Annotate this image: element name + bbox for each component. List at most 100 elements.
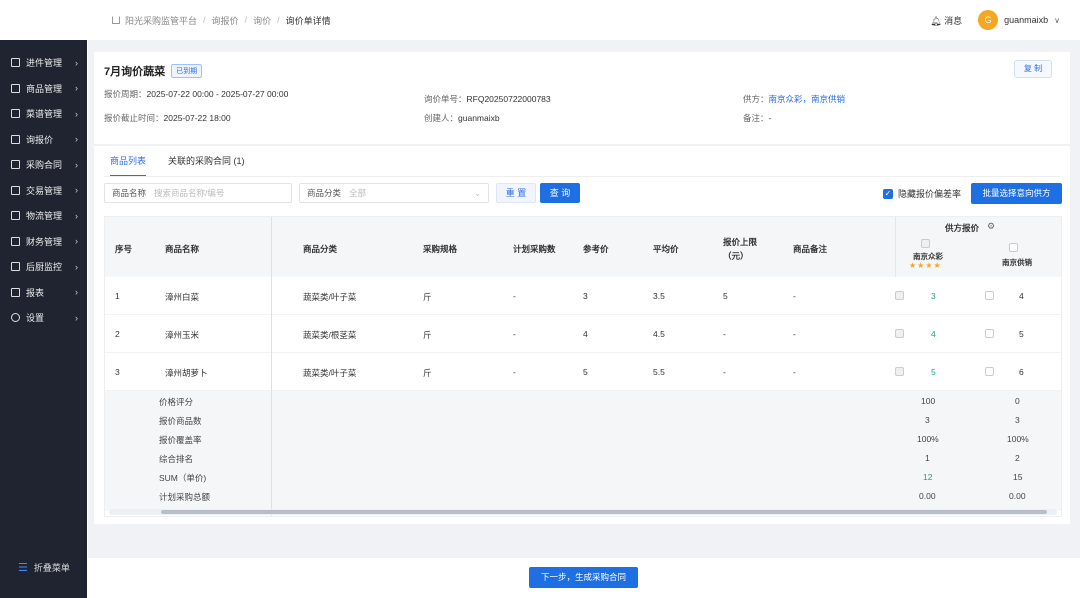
next-generate-contract-button[interactable]: 下一步，生成采购合同	[529, 567, 638, 588]
hide-deviation-checkbox[interactable]: ✓ 隐藏报价偏差率	[883, 187, 961, 200]
quote-checkbox[interactable]	[895, 329, 904, 338]
sidebar-item-label: 采购合同	[26, 160, 63, 171]
tab-related-contracts[interactable]: 关联的采购合同 (1)	[168, 154, 245, 177]
summary-value: 0	[1015, 396, 1020, 406]
summary-value: 3	[1015, 415, 1020, 425]
copy-button[interactable]: 复 制	[1014, 60, 1052, 78]
creator: 创建人：guanmaixb	[424, 112, 500, 124]
breadcrumb-item[interactable]: 阳光采购监管平台	[125, 14, 197, 27]
column-header: 采购规格	[423, 244, 458, 254]
table-row[interactable]: 2 漳州玉米 蔬菜类/根茎菜 斤 - 4 4.5 - - 4 5	[105, 315, 1061, 353]
column-header: 序号	[115, 244, 133, 254]
home-icon[interactable]	[112, 16, 120, 24]
price-cap: 5	[723, 291, 728, 301]
scrollbar-thumb[interactable]	[161, 510, 1047, 514]
sidebar-item-label: 商品管理	[26, 83, 63, 94]
avatar[interactable]: G	[978, 10, 999, 30]
quote-checkbox[interactable]	[985, 367, 994, 376]
sidebar-item-inquiry[interactable]: 询报价 ›	[0, 127, 87, 153]
creator-label: 创建人：	[424, 113, 459, 123]
horizontal-scrollbar[interactable]	[109, 509, 1057, 515]
collapse-menu-button[interactable]: ☰ 折叠菜单	[18, 561, 70, 574]
box-icon	[11, 83, 20, 93]
planned-quantity: -	[513, 367, 516, 377]
sidebar-item-finance[interactable]: 财务管理 ›	[0, 229, 87, 255]
batch-select-supplier-button[interactable]: 批量选择意向供方	[971, 183, 1062, 204]
messages-button[interactable]: 🔔︎ 消息	[930, 14, 962, 27]
row-index: 3	[115, 367, 120, 377]
page-title: 7月询价蔬菜 已到期	[104, 63, 203, 79]
supplier-link[interactable]: 南京众彩	[769, 94, 803, 104]
category-select[interactable]: 全部	[349, 187, 366, 199]
sidebar-item-products[interactable]: 商品管理 ›	[0, 76, 87, 102]
summary-value: 15	[1013, 472, 1023, 482]
sidebar-item-trades[interactable]: 交易管理 ›	[0, 178, 87, 204]
quote-checkbox[interactable]	[985, 329, 994, 338]
remark: 备注：-	[743, 112, 771, 124]
reset-button[interactable]: 重 置	[496, 183, 536, 203]
table-row[interactable]: 3 漳州胡萝卜 蔬菜类/叶子菜 斤 - 5 5.5 - - 5 6	[105, 353, 1061, 391]
username[interactable]: guanmaixb	[1004, 15, 1048, 25]
sidebar-item-contracts[interactable]: 采购合同 ›	[0, 152, 87, 178]
chevron-right-icon: ›	[75, 108, 78, 119]
price-cap: -	[723, 367, 726, 377]
supplier-checkbox[interactable]	[921, 239, 930, 248]
product-name-filter[interactable]: 商品名称 搜索商品名称/编号	[104, 183, 292, 203]
sidebar-item-logistics[interactable]: 物流管理 ›	[0, 203, 87, 229]
supplier-quote: 5	[931, 367, 936, 377]
sidebar-item-kitchen-monitor[interactable]: 后厨监控 ›	[0, 254, 87, 280]
gear-icon[interactable]: ⚙	[987, 221, 995, 232]
quote-icon	[11, 134, 20, 144]
tab-divider	[104, 176, 1060, 177]
summary-label: 综合排名	[159, 454, 194, 464]
sidebar-item-recipes[interactable]: 菜谱管理 ›	[0, 101, 87, 127]
chevron-right-icon: ›	[75, 261, 78, 272]
shield-icon	[11, 185, 20, 195]
summary-section: 价格评分 100 0 报价商品数 3 3 报价覆盖率 100% 100% 综合排…	[105, 391, 1061, 511]
chevron-down-icon: ⌄	[473, 187, 481, 198]
quote-checkbox[interactable]	[895, 367, 904, 376]
summary-value: 1	[925, 453, 930, 463]
remark-label: 备注：	[743, 113, 769, 123]
supplier-name: 南京供销	[1002, 258, 1032, 267]
remark-value: -	[768, 113, 772, 123]
sidebar-item-label: 设置	[26, 313, 45, 324]
query-button[interactable]: 查 询	[540, 183, 580, 203]
quote-checkbox[interactable]	[985, 291, 994, 300]
planned-quantity: -	[513, 329, 516, 339]
sidebar-item-settings[interactable]: 设置 ›	[0, 305, 87, 331]
average-price: 5.5	[653, 367, 665, 377]
breadcrumb-item[interactable]: 询报价	[212, 14, 239, 27]
sidebar-item-reports[interactable]: 报表 ›	[0, 280, 87, 306]
column-header: 参考价	[583, 244, 609, 254]
tab-product-list[interactable]: 商品列表	[110, 154, 147, 177]
sidebar: 进件管理 › 商品管理 › 菜谱管理 › 询报价 › 采购合同 › 交易管理 › 物流管理 ›…	[0, 40, 87, 598]
chevron-right-icon: ›	[75, 134, 78, 145]
wallet-icon	[11, 236, 20, 246]
summary-value: 0.00	[1009, 491, 1026, 501]
product-note: -	[793, 291, 796, 301]
supplier-checkbox[interactable]	[1009, 243, 1018, 252]
supplier-info: 供方：南京众彩，南京供销	[743, 93, 845, 105]
table-row[interactable]: 1 漳州白菜 蔬菜类/叶子菜 斤 - 3 3.5 5 - 3 4	[105, 277, 1061, 315]
summary-value: 3	[925, 415, 930, 425]
summary-value: 0.00	[919, 491, 936, 501]
checkbox-checked-icon[interactable]: ✓	[883, 188, 893, 199]
product-spec: 斤	[423, 292, 432, 302]
fixed-column-divider	[271, 217, 272, 516]
quote-checkbox[interactable]	[895, 291, 904, 300]
summary-row: 计划采购总额 0.00 0.00	[105, 486, 1061, 505]
chevron-down-icon[interactable]: ∨	[1054, 16, 1060, 25]
supplier-link[interactable]: 南京供销	[811, 94, 845, 104]
summary-label: 报价覆盖率	[159, 435, 202, 445]
breadcrumb-item[interactable]: 询价	[253, 14, 271, 27]
product-name-input[interactable]: 搜索商品名称/编号	[154, 187, 224, 199]
category-filter[interactable]: 商品分类 全部 ⌄	[299, 183, 489, 203]
chevron-right-icon: ›	[75, 159, 78, 170]
product-table: 序号 商品名称 商品分类 采购规格 计划采购数 参考价 平均价 报价上限 （元）…	[104, 216, 1062, 517]
collapse-menu-label: 折叠菜单	[33, 563, 70, 573]
column-header: 商品分类	[303, 244, 338, 254]
sidebar-item-intake[interactable]: 进件管理 ›	[0, 50, 87, 76]
inquiry-title: 7月询价蔬菜	[104, 66, 166, 78]
top-bar: 阳光采购监管平台 / 询报价 / 询价 / 询价单详情 🔔︎ 消息 G guan…	[88, 0, 1080, 40]
